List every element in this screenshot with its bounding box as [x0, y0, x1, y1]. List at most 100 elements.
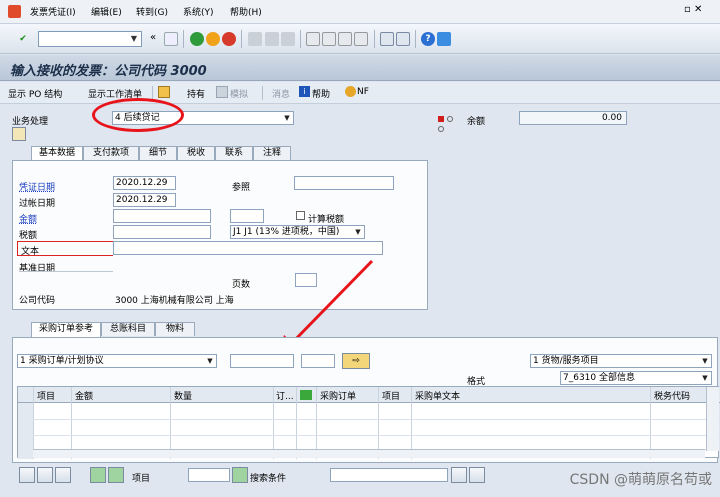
layout-select[interactable]: 7_6310 全部信息 ▼: [560, 371, 712, 385]
currency-input[interactable]: [230, 209, 264, 223]
tab-po-reference[interactable]: 采购订单参考: [31, 322, 101, 337]
reference-tab-strip: 采购订单参考 总账科目 物料: [17, 322, 717, 338]
col-header-quantity[interactable]: 数量: [174, 389, 192, 402]
exit-icon[interactable]: [206, 32, 220, 46]
vertical-scrollbar[interactable]: [706, 387, 719, 451]
table-row[interactable]: [18, 419, 720, 420]
po-item-input[interactable]: [301, 354, 335, 368]
menu-goto[interactable]: 转到(G): [136, 5, 168, 18]
page-title: 输入接收的发票：公司代码 3000: [10, 64, 207, 79]
tab-basic-data[interactable]: 基本数据: [31, 146, 83, 161]
tab-details[interactable]: 细节: [139, 146, 177, 160]
col-header-po[interactable]: 采购订单: [320, 389, 356, 402]
table-row[interactable]: [18, 435, 720, 436]
back-icon[interactable]: [190, 32, 204, 46]
text-input[interactable]: [113, 241, 383, 255]
items-table[interactable]: 项目 金额 数量 订... 采购订单 项目 采购单文本 税务代码: [17, 386, 720, 459]
invoice-date-input[interactable]: 2020.12.29: [113, 176, 176, 190]
help-icon[interactable]: ?: [421, 32, 435, 46]
show-po-structure-button[interactable]: 显示 PO 结构: [8, 87, 62, 100]
first-page-icon[interactable]: [306, 32, 320, 46]
chevron-down-icon[interactable]: ▼: [700, 356, 710, 366]
col-header-po-item[interactable]: 项目: [382, 389, 400, 402]
item-type-select[interactable]: 1 货物/服务项目 ▼: [530, 354, 712, 368]
reference-input[interactable]: [294, 176, 394, 190]
cancel-icon[interactable]: [222, 32, 236, 46]
window-controls[interactable]: ▫ ✕: [684, 4, 702, 15]
chevron-down-icon[interactable]: ▼: [128, 33, 140, 45]
company-code-label: 公司代码: [19, 296, 56, 306]
next-page-icon[interactable]: [338, 32, 352, 46]
tab-notes[interactable]: 注释: [253, 146, 291, 160]
tax-code-select[interactable]: J1 J1 (13% 进项税，中国) ▼: [230, 225, 365, 239]
prev-page-icon[interactable]: [322, 32, 336, 46]
col-header-po-text[interactable]: 采购单文本: [415, 389, 460, 402]
enter-check-icon[interactable]: ✔: [16, 32, 30, 46]
delete-row-icon[interactable]: [108, 467, 124, 483]
find-next-icon[interactable]: [469, 467, 485, 483]
find-icon[interactable]: [265, 32, 279, 46]
tax-label: 税额: [19, 231, 38, 241]
toolbar-separator: [241, 30, 242, 48]
col-header-item[interactable]: 项目: [37, 389, 55, 402]
command-field[interactable]: ▼: [38, 31, 142, 47]
insert-row-icon[interactable]: [90, 467, 106, 483]
nf-icon[interactable]: [345, 86, 356, 97]
customize-layout-icon[interactable]: [437, 32, 451, 46]
chevron-down-icon[interactable]: ▼: [282, 113, 292, 123]
col-header-tax-code[interactable]: 税务代码: [654, 389, 690, 402]
selection-icon[interactable]: [300, 390, 312, 400]
refresh-icon[interactable]: [55, 467, 71, 483]
row-selector-column[interactable]: [18, 403, 33, 459]
simulate-button[interactable]: 模拟: [230, 87, 248, 100]
search-criteria-label: 搜索条件: [250, 474, 287, 484]
menu-help[interactable]: 帮助(H): [230, 5, 262, 18]
help-button[interactable]: 帮助: [312, 87, 330, 100]
transfer-icon[interactable]: ⇨: [342, 353, 370, 369]
reference-doc-type-select[interactable]: 1 采购订单/计划协议 ▼: [17, 354, 217, 368]
new-session-icon[interactable]: [380, 32, 394, 46]
simulate-icon[interactable]: [216, 86, 228, 98]
menu-edit[interactable]: 编辑(E): [91, 5, 122, 18]
col-header-order-unit[interactable]: 订...: [276, 389, 294, 402]
tab-payment[interactable]: 支付款项: [83, 146, 139, 160]
find-next-icon[interactable]: [281, 32, 295, 46]
print-icon[interactable]: [248, 32, 262, 46]
collapse-icon[interactable]: «: [150, 32, 156, 43]
amount-input[interactable]: [113, 209, 211, 223]
messages-button[interactable]: 消息: [272, 87, 290, 100]
tab-material[interactable]: 物料: [155, 322, 195, 336]
menu-invoice-doc[interactable]: 发票凭证(I): [30, 5, 76, 18]
search-criteria-input[interactable]: [330, 468, 448, 482]
status-light-icon: [438, 115, 460, 132]
chevron-down-icon[interactable]: ▼: [353, 227, 363, 237]
nf-button[interactable]: NF: [357, 87, 369, 97]
edit-icon[interactable]: [158, 86, 170, 98]
deselect-all-icon[interactable]: [37, 467, 53, 483]
horizontal-scrollbar[interactable]: [33, 449, 705, 458]
menu-bar: 发票凭证(I) 编辑(E) 转到(G) 系统(Y) 帮助(H) ▫ ✕: [0, 0, 720, 24]
tab-gl-account[interactable]: 总账科目: [101, 322, 155, 336]
search-criteria-icon[interactable]: [232, 467, 248, 483]
shortcut-icon[interactable]: [396, 32, 410, 46]
last-page-icon[interactable]: [354, 32, 368, 46]
folder-icon[interactable]: [12, 127, 26, 141]
hold-button[interactable]: 持有: [187, 87, 205, 100]
tab-tax[interactable]: 税收: [177, 146, 215, 160]
posting-date-input[interactable]: 2020.12.29: [113, 193, 176, 207]
save-icon[interactable]: [164, 32, 178, 46]
tab-contact[interactable]: 联系: [215, 146, 253, 160]
select-all-icon[interactable]: [19, 467, 35, 483]
app-icon[interactable]: [8, 5, 21, 18]
calculate-tax-checkbox[interactable]: [296, 211, 305, 220]
tax-amount-input[interactable]: [113, 225, 211, 239]
po-number-input[interactable]: [230, 354, 294, 368]
chevron-down-icon[interactable]: ▼: [205, 356, 215, 366]
col-header-amount[interactable]: 金额: [75, 389, 93, 402]
chevron-down-icon[interactable]: ▼: [700, 373, 710, 383]
find-icon[interactable]: [451, 467, 467, 483]
item-search-input[interactable]: [188, 468, 230, 482]
menu-system[interactable]: 系统(Y): [183, 5, 214, 18]
posting-date-label: 过帐日期: [19, 199, 56, 209]
info-icon[interactable]: i: [299, 86, 310, 97]
